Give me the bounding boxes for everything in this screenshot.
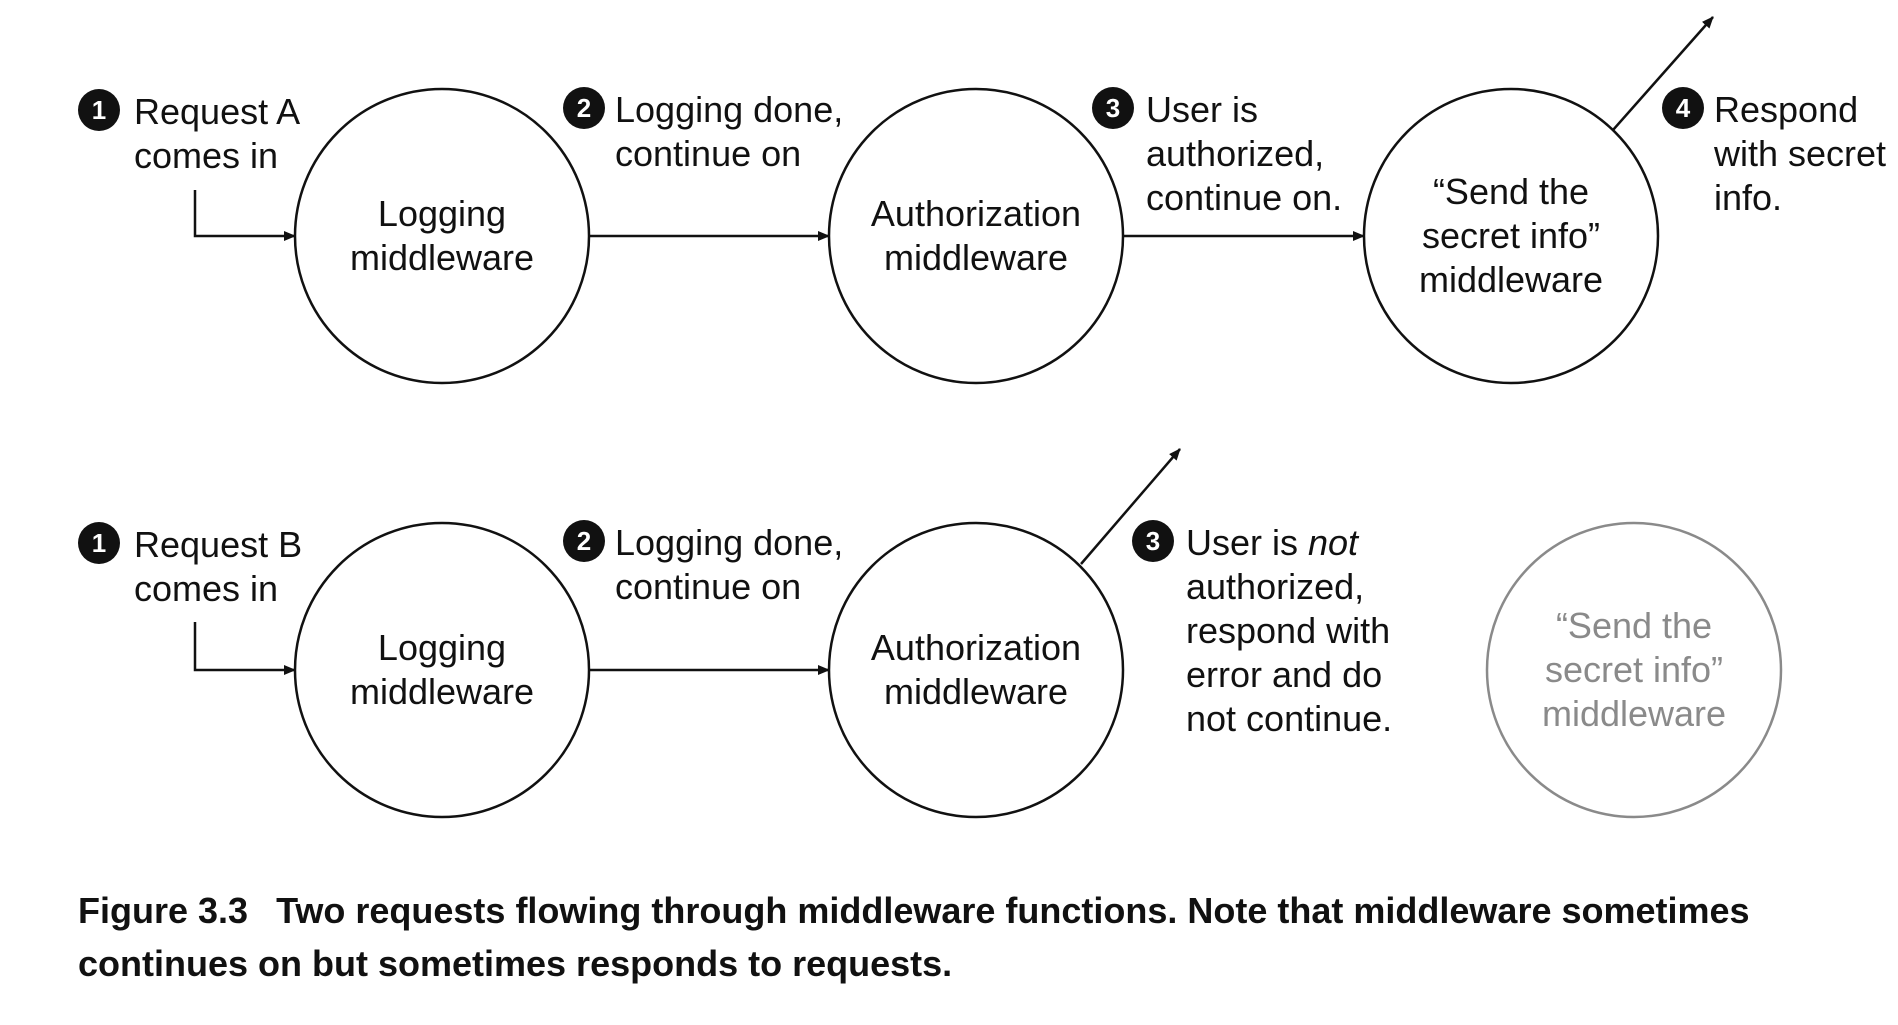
- step-text: authorized,: [1146, 133, 1324, 174]
- step-number: 2: [577, 526, 591, 556]
- middleware-node: Authorizationmiddleware: [827, 521, 1125, 819]
- step-text: with secret: [1713, 133, 1886, 174]
- flow-row-2: LoggingmiddlewareAuthorizationmiddleware…: [78, 448, 1783, 819]
- step-text: comes in: [134, 135, 278, 176]
- step-number: 2: [577, 93, 591, 123]
- middleware-node: Authorizationmiddleware: [827, 87, 1125, 385]
- step-text: continue on: [615, 566, 801, 607]
- middleware-label: Logging: [378, 193, 506, 234]
- middleware-label: secret info”: [1422, 215, 1600, 256]
- step-number: 4: [1676, 93, 1691, 123]
- middleware-label: middleware: [884, 671, 1068, 712]
- figure-caption: Figure 3.3 Two requests flowing through m…: [78, 884, 1838, 990]
- middleware-label: middleware: [1419, 259, 1603, 300]
- middleware-label: middleware: [350, 237, 534, 278]
- middleware-label: middleware: [350, 671, 534, 712]
- middleware-label: “Send the: [1556, 605, 1712, 646]
- step-text: comes in: [134, 568, 278, 609]
- step-number: 3: [1106, 93, 1120, 123]
- step-annotation: 3 User isauthorized,continue on.: [1092, 87, 1342, 218]
- step-text: info.: [1714, 177, 1782, 218]
- figure-caption-text: Two requests flowing through middleware …: [78, 890, 1750, 984]
- middleware-label: secret info”: [1545, 649, 1723, 690]
- step-annotation: 1 Request Bcomes in: [78, 522, 302, 609]
- step-annotation: 1 Request Acomes in: [78, 89, 300, 176]
- middleware-node: “Send thesecret info”middleware: [1362, 87, 1660, 385]
- step-annotation: 2 Logging done,continue on: [563, 87, 843, 174]
- middleware-flow-diagram: LoggingmiddlewareAuthorizationmiddleware…: [78, 16, 1886, 819]
- middleware-label: Logging: [378, 627, 506, 668]
- entry-arrow: [193, 190, 296, 241]
- step-text: User is not: [1186, 522, 1360, 563]
- middleware-circle: [293, 87, 591, 385]
- step-text: Logging done,: [615, 522, 843, 563]
- middleware-label: Authorization: [871, 627, 1081, 668]
- step-text: Logging done,: [615, 89, 843, 130]
- middleware-label: middleware: [1542, 693, 1726, 734]
- middleware-label: “Send the: [1433, 171, 1589, 212]
- middleware-label: middleware: [884, 237, 1068, 278]
- step-annotation: 4 Respondwith secretinfo.: [1662, 87, 1886, 218]
- middleware-label: Authorization: [871, 193, 1081, 234]
- middleware-circle: [827, 521, 1125, 819]
- step-text: authorized,: [1186, 566, 1364, 607]
- middleware-node: Loggingmiddleware: [293, 521, 591, 819]
- step-text: continue on.: [1146, 177, 1342, 218]
- step-text: Respond: [1714, 89, 1858, 130]
- middleware-node: Loggingmiddleware: [293, 87, 591, 385]
- step-number: 1: [92, 95, 106, 125]
- entry-arrow: [193, 622, 296, 675]
- step-annotation: 2 Logging done,continue on: [563, 520, 843, 607]
- step-text: Request A: [134, 91, 300, 132]
- step-number: 1: [92, 528, 106, 558]
- step-text: respond with: [1186, 610, 1390, 651]
- flow-row-1: LoggingmiddlewareAuthorizationmiddleware…: [78, 16, 1886, 385]
- step-annotation: 3 User is notauthorized,respond witherror…: [1132, 520, 1392, 739]
- step-text: not continue.: [1186, 698, 1392, 739]
- middleware-node: “Send thesecret info”middleware: [1485, 521, 1783, 819]
- step-text: Request B: [134, 524, 302, 565]
- step-text: User is: [1146, 89, 1258, 130]
- step-text: continue on: [615, 133, 801, 174]
- middleware-circle: [293, 521, 591, 819]
- step-text: error and do: [1186, 654, 1382, 695]
- middleware-circle: [827, 87, 1125, 385]
- step-number: 3: [1146, 526, 1160, 556]
- figure-caption-label: Figure 3.3: [78, 890, 249, 931]
